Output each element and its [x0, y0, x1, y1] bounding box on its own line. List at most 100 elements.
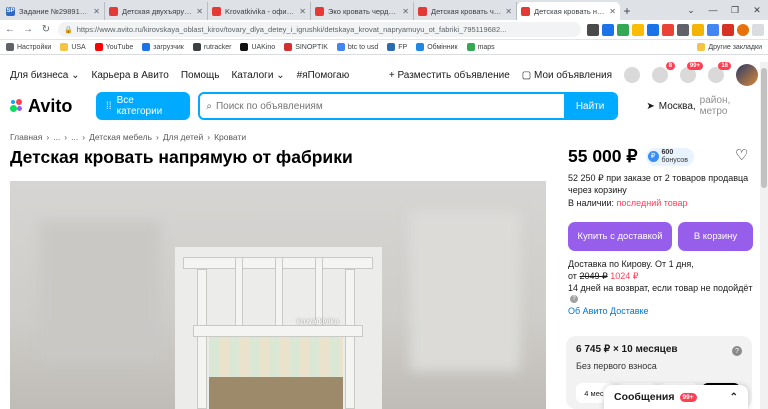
tab-favicon-icon	[212, 6, 221, 16]
browser-tab[interactable]: Детская двухъярусная✕	[105, 2, 208, 20]
reload-icon[interactable]: ↻	[40, 24, 52, 35]
extension-icon[interactable]	[647, 23, 659, 36]
listing-photo[interactable]: krovatkivika	[10, 181, 546, 409]
breadcrumb-item[interactable]: Детская мебель	[89, 132, 152, 142]
breadcrumb-home[interactable]: Главная	[10, 132, 42, 142]
close-icon[interactable]: ✕	[299, 7, 306, 16]
favorite-heart-icon[interactable]: ♡	[735, 146, 748, 164]
extensions	[587, 23, 764, 36]
breadcrumb-item[interactable]: Для детей	[163, 132, 203, 142]
bookmark[interactable]: Обмінник	[416, 43, 458, 51]
breadcrumb-item[interactable]: Кровати	[214, 132, 246, 142]
site-top-nav: Для бизнеса ⌄ Карьера в Авито Помощь Кат…	[0, 62, 768, 88]
browser-tab-bar: SPЗадание №2989193 - н✕ Детская двухъяру…	[0, 0, 768, 20]
fp-icon	[387, 43, 396, 51]
chevron-up-icon[interactable]: ⌃	[730, 392, 738, 403]
cart-icon[interactable]: 16	[708, 62, 731, 83]
chevron-down-icon[interactable]: ⌄	[680, 5, 702, 16]
bookmark[interactable]: YouTube	[94, 43, 133, 51]
extension-icon[interactable]	[692, 23, 704, 36]
post-ad-link[interactable]: + Разместить объявление	[389, 70, 510, 81]
page-scrollbar[interactable]	[760, 62, 768, 409]
bookmark[interactable]: SINOPTIK	[284, 43, 328, 51]
buy-with-delivery-button[interactable]: Купить с доставкой	[568, 222, 672, 251]
new-tab-button[interactable]: +	[620, 2, 634, 20]
breadcrumb-item[interactable]: ...	[53, 132, 60, 142]
bookmark[interactable]: FP	[387, 43, 407, 51]
close-icon[interactable]: ✕	[93, 7, 100, 16]
avito-logo[interactable]: Avito	[10, 96, 88, 117]
nav-catalogs[interactable]: Каталоги ⌄	[231, 70, 284, 81]
bonus-coin-icon: ₽	[647, 151, 659, 162]
my-ads-link[interactable]: ▢ Мои объявления	[522, 70, 612, 81]
browser-tab-active[interactable]: Детская кровать напр ✕	[517, 2, 620, 20]
photo-blur-left	[40, 221, 160, 361]
bookmark[interactable]: btc to usd	[336, 43, 378, 51]
browser-tab[interactable]: Детская кровать чердак✕	[414, 2, 517, 20]
close-icon[interactable]: ✕	[196, 7, 203, 16]
profile-icon[interactable]	[737, 23, 749, 36]
extension-icon[interactable]	[677, 23, 689, 36]
bookmark-other-folder[interactable]: Другие закладки	[697, 43, 762, 51]
tab-favicon-icon	[315, 6, 324, 16]
weather-icon	[284, 43, 293, 51]
favorites-heart-icon[interactable]	[624, 67, 640, 83]
messages-widget[interactable]: Сообщения 99+ ⌃	[604, 385, 748, 409]
extension-icon[interactable]	[632, 23, 644, 36]
forward-icon[interactable]: →	[22, 24, 34, 35]
close-window-icon[interactable]: ✕	[746, 5, 768, 16]
bookmark[interactable]: UAKino	[240, 43, 275, 51]
question-icon[interactable]: ?	[732, 346, 742, 356]
url-field[interactable]: 🔒 https://www.avito.ru/kirovskaya_oblast_…	[58, 22, 581, 37]
breadcrumb-item[interactable]: ...	[71, 132, 78, 142]
grid-icon: ⁞⁞	[106, 100, 112, 112]
delivery-info: Доставка по Кирову. От 1 дня, от 2049 ₽ …	[568, 259, 753, 293]
bookmark[interactable]: USA	[60, 43, 86, 51]
browser-tab[interactable]: Эко кровать чердак из ✕	[311, 2, 414, 20]
add-to-cart-button[interactable]: В корзину	[678, 222, 753, 251]
delivery-info-link[interactable]: Об Авито Доставке	[568, 306, 649, 316]
question-icon[interactable]: ?	[570, 295, 578, 303]
download-icon	[142, 43, 151, 51]
scrollbar-thumb[interactable]	[761, 68, 767, 188]
chat-icon[interactable]: 99+	[680, 62, 703, 83]
extension-icon[interactable]	[722, 23, 734, 36]
back-icon[interactable]: ←	[4, 24, 16, 35]
bell-icon[interactable]: 8	[652, 62, 675, 83]
nav-help[interactable]: Помощь	[181, 70, 220, 81]
gear-icon	[6, 43, 14, 51]
nav-career[interactable]: Карьера в Авито	[92, 70, 169, 81]
avatar[interactable]	[736, 64, 758, 86]
bookmark[interactable]: rutracker	[192, 43, 231, 51]
find-button[interactable]: Найти	[563, 94, 617, 118]
maximize-icon[interactable]: ❐	[724, 5, 746, 16]
close-icon[interactable]: ✕	[505, 7, 512, 16]
extension-icon[interactable]	[617, 23, 629, 36]
minimize-icon[interactable]: —	[702, 5, 724, 15]
extension-icon[interactable]	[707, 23, 719, 36]
breadcrumb: Главная › ... › ... › Детская мебель › Д…	[10, 132, 247, 142]
bookmarks-bar: Настройки USA YouTube загрузчик rutracke…	[0, 40, 768, 55]
search-input[interactable]	[211, 100, 564, 112]
extension-icon[interactable]	[662, 23, 674, 36]
movie-icon	[240, 43, 249, 51]
window-controls: ⌄ — ❐ ✕	[680, 0, 768, 20]
bookmark[interactable]: загрузчик	[142, 43, 184, 51]
nav-for-business[interactable]: Для бизнеса ⌄	[10, 70, 80, 81]
browser-tab[interactable]: SPЗадание №2989193 - н✕	[2, 2, 105, 20]
close-icon[interactable]: ✕	[402, 7, 409, 16]
nav-helping[interactable]: #яПомогаю	[297, 70, 350, 81]
folder-icon	[60, 43, 69, 51]
extension-icon[interactable]	[587, 23, 599, 36]
bookmark[interactable]: Настройки	[6, 43, 51, 51]
exchange-icon	[416, 43, 425, 51]
close-icon[interactable]: ✕	[609, 7, 616, 16]
extension-icon[interactable]	[602, 23, 614, 36]
all-categories-button[interactable]: ⁞⁞ Все категории	[96, 92, 191, 120]
bonus-badge[interactable]: ₽ 600 бонусов	[645, 147, 694, 166]
photo-blur-right	[410, 211, 520, 371]
browser-tab[interactable]: Krovatkivika - официал✕	[208, 2, 311, 20]
location-selector[interactable]: ➤ Москва, район, метро	[646, 95, 758, 117]
menu-icon[interactable]	[752, 23, 764, 36]
bookmark[interactable]: maps	[466, 43, 495, 51]
